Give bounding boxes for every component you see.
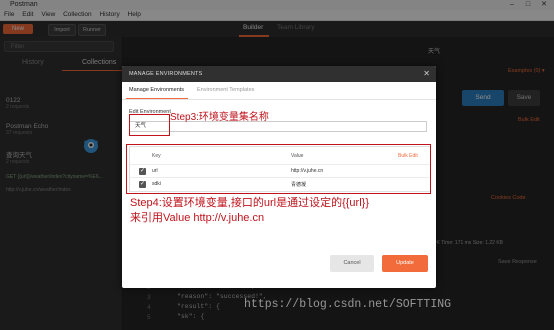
annotation-step4-line2: 来引用Value http://v.juhe.cn — [130, 212, 265, 224]
update-button[interactable]: Update — [382, 255, 428, 272]
tab-manage-environments[interactable]: Manage Environments — [129, 82, 184, 99]
tab-divider — [122, 99, 436, 100]
modal-title: MANAGE ENVIRONMENTS — [129, 71, 203, 77]
annotation-highlight-box — [129, 114, 170, 136]
annotation-step3: Step3:环境变量集名称 — [170, 112, 269, 123]
annotation-highlight-box — [126, 144, 431, 194]
modal-header: MANAGE ENVIRONMENTS ✕ — [122, 66, 436, 82]
annotation-step4-line1: Step4:设置环境变量,接口的url是通过设定的{{url}} — [130, 197, 370, 209]
watermark: https://blog.csdn.net/SOFTTING — [244, 298, 452, 311]
tab-environment-templates[interactable]: Environment Templates — [197, 82, 254, 99]
close-icon[interactable]: ✕ — [423, 66, 430, 82]
manage-environments-modal: MANAGE ENVIRONMENTS ✕ Manage Environment… — [122, 66, 436, 288]
cancel-button[interactable]: Cancel — [330, 255, 374, 272]
